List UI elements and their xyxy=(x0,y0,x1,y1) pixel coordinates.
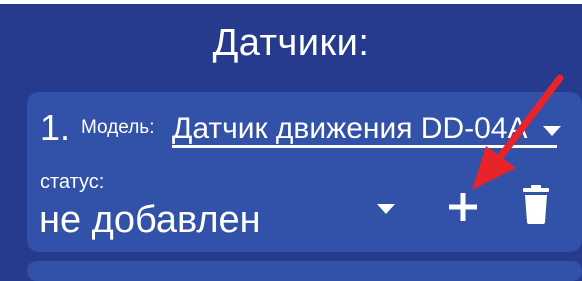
status-label: статус: xyxy=(40,171,105,193)
top-strip xyxy=(0,0,582,4)
model-label: Модель: xyxy=(81,117,155,138)
annotation-arrow-icon xyxy=(472,74,564,190)
status-dropdown-arrow-icon[interactable] xyxy=(377,204,395,214)
page-title: Датчики: xyxy=(212,22,370,64)
next-sensor-card xyxy=(27,261,582,281)
status-select[interactable]: не добавлен xyxy=(39,199,261,242)
sensor-index: 1. xyxy=(40,107,71,148)
